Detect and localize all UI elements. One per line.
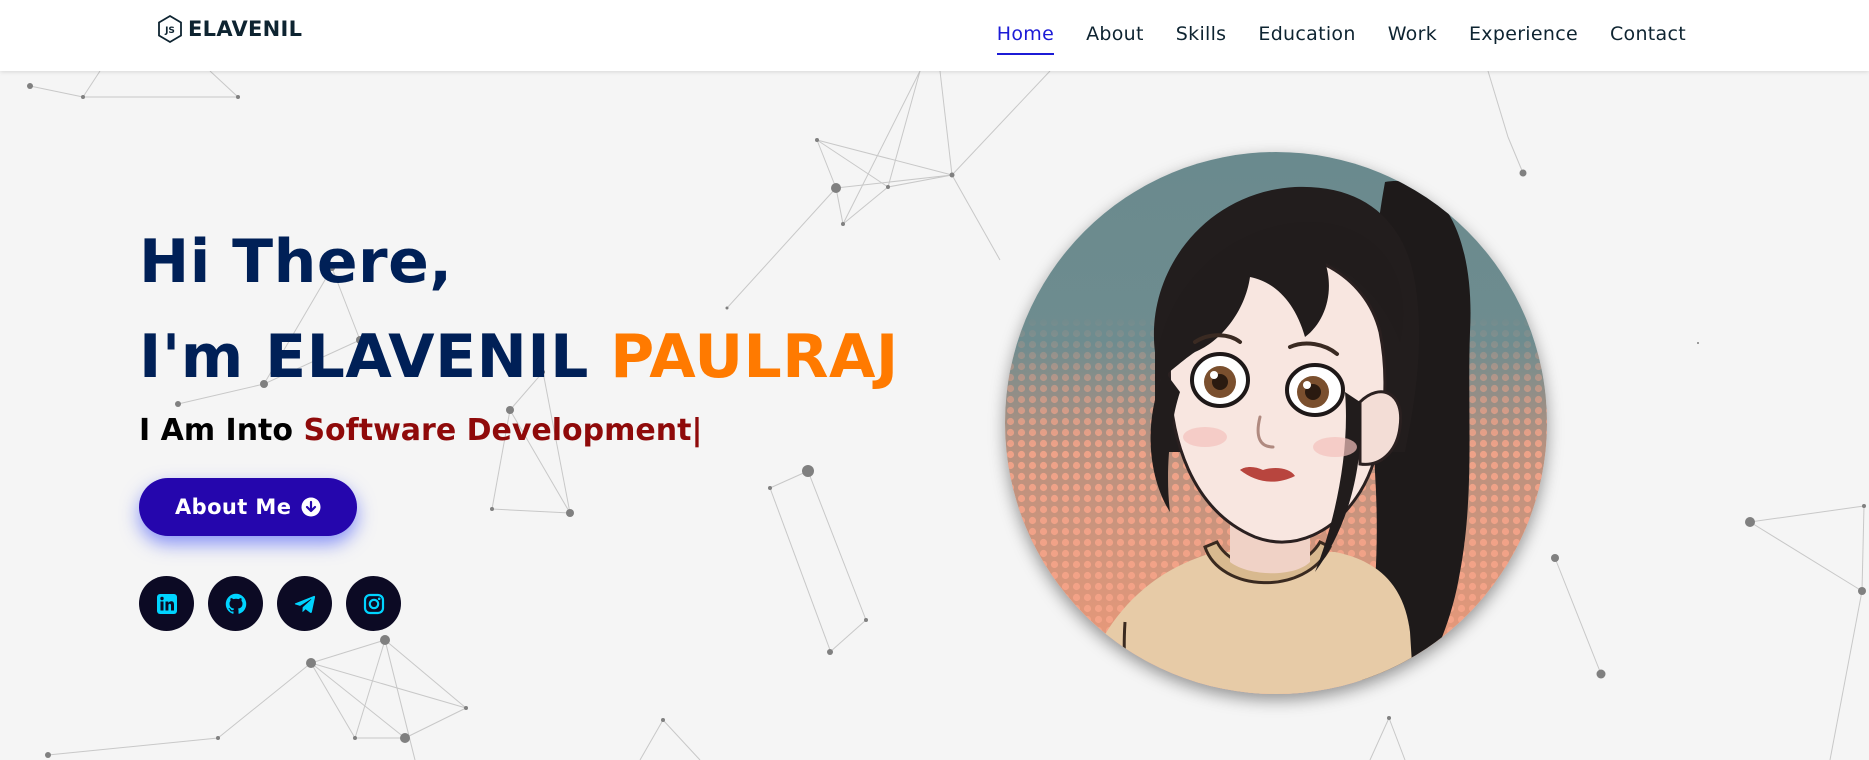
hero-section: Hi There, I'm ELAVENIL PAULRAJ I Am Into… (139, 215, 899, 631)
typing-cursor: | (691, 413, 703, 448)
avatar-illustration (1005, 152, 1547, 694)
social-links (139, 576, 899, 631)
nav-contact[interactable]: Contact (1610, 23, 1686, 49)
telegram-link[interactable] (277, 576, 332, 631)
js-hexagon-icon: JS (158, 14, 182, 44)
typing-role-text: Software Development (303, 413, 692, 448)
greeting-line1: Hi There, (139, 227, 453, 297)
github-icon (225, 593, 246, 614)
brand-logo[interactable]: JS ELAVENIL (156, 14, 302, 44)
github-link[interactable] (208, 576, 263, 631)
svg-text:JS: JS (164, 26, 175, 36)
typing-role: Software Development| (303, 413, 702, 448)
hero-greeting: Hi There, I'm ELAVENIL PAULRAJ (139, 215, 899, 405)
site-header: JS ELAVENIL Home About Skills Education … (0, 0, 1869, 71)
typing-text: I Am Into Software Development| (139, 413, 899, 448)
greeting-name: I'm ELAVENIL (139, 322, 589, 392)
main-nav: Home About Skills Education Work Experie… (996, 0, 1686, 71)
linkedin-icon (156, 593, 177, 614)
nav-home[interactable]: Home (996, 23, 1055, 55)
profile-avatar (1005, 152, 1547, 694)
nav-experience[interactable]: Experience (1469, 23, 1578, 49)
arrow-circle-down-icon (301, 497, 321, 517)
telegram-icon (294, 595, 315, 613)
brand-name: ELAVENIL (188, 17, 303, 41)
nav-about[interactable]: About (1086, 23, 1144, 49)
nav-work[interactable]: Work (1388, 23, 1437, 49)
nav-skills[interactable]: Skills (1176, 23, 1227, 49)
about-me-button[interactable]: About Me (139, 478, 358, 536)
linkedin-link[interactable] (139, 576, 194, 631)
typing-prefix: I Am Into (139, 413, 293, 448)
nav-education[interactable]: Education (1258, 23, 1355, 49)
about-me-button-label: About Me (175, 495, 292, 519)
greeting-lastname: PAULRAJ (610, 322, 899, 392)
instagram-icon (363, 593, 384, 614)
instagram-link[interactable] (346, 576, 401, 631)
